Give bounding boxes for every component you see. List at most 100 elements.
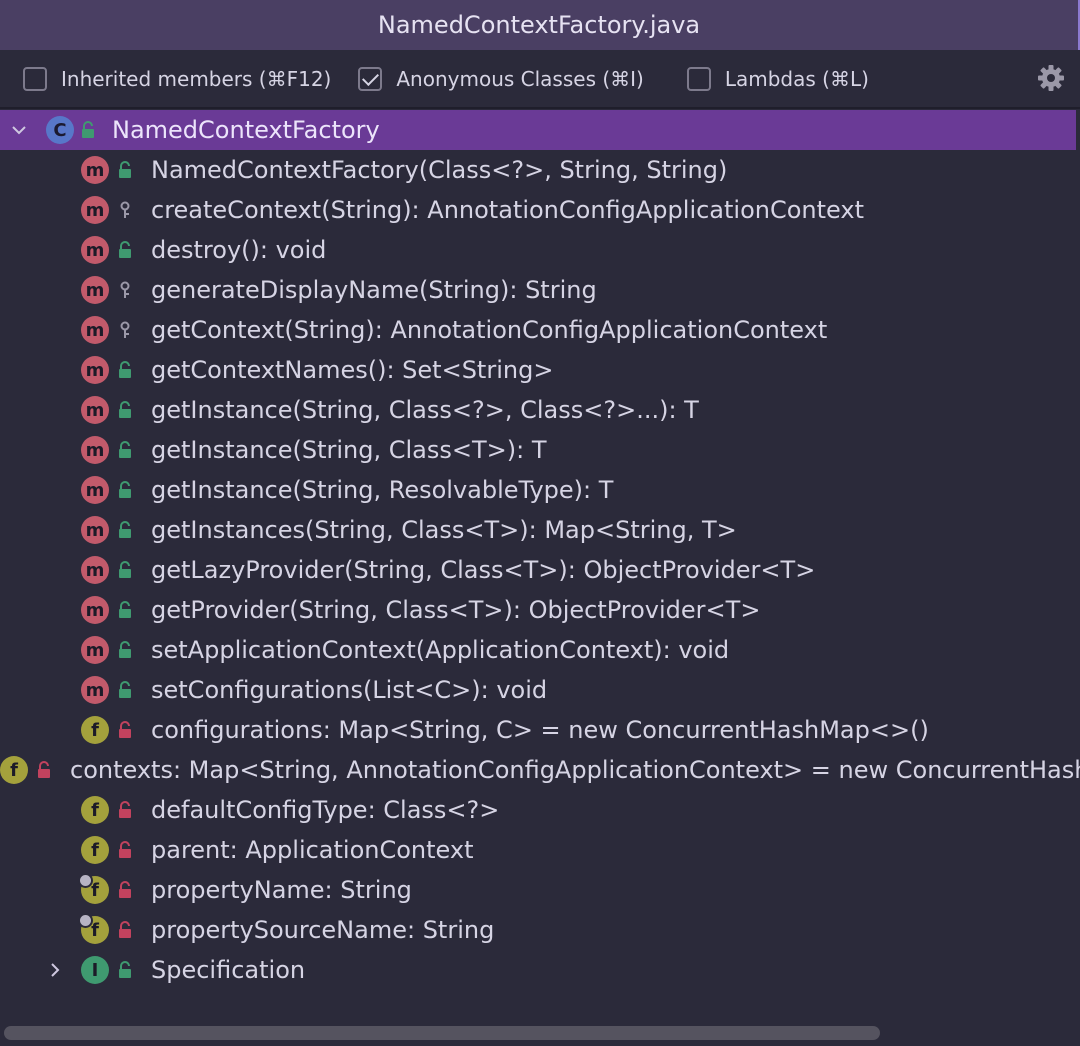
method-icon: m — [81, 156, 109, 184]
public-lock-icon — [119, 561, 131, 578]
field-icon: f — [81, 796, 109, 824]
method-signature: getInstances(String, Class<T>): Map<Stri… — [151, 516, 737, 544]
anonymous-classes-label: Anonymous Classes (⌘I) — [396, 66, 644, 91]
field-icon: f — [0, 756, 28, 784]
method-signature: getProvider(String, Class<T>): ObjectPro… — [151, 596, 761, 624]
field-declaration: contexts: Map<String, AnnotationConfigAp… — [70, 756, 1080, 784]
lambdas-checkbox[interactable] — [686, 66, 711, 91]
method-item[interactable]: m getContextNames(): Set<String> — [0, 350, 1080, 390]
method-signature: getContextNames(): Set<String> — [151, 356, 554, 384]
method-icon: m — [81, 356, 109, 384]
field-icon: f — [81, 716, 109, 744]
method-icon: m — [81, 436, 109, 464]
method-icon: m — [81, 396, 109, 424]
public-lock-icon — [119, 161, 131, 178]
method-icon: m — [81, 596, 109, 624]
gear-icon[interactable] — [1036, 63, 1066, 93]
field-item[interactable]: f propertyName: String — [0, 870, 1080, 910]
public-lock-icon — [119, 601, 131, 618]
final-marker-icon — [78, 873, 93, 888]
public-lock-icon — [119, 361, 131, 378]
public-lock-icon — [119, 521, 131, 538]
method-icon: m — [81, 236, 109, 264]
public-lock-icon — [119, 681, 131, 698]
method-item[interactable]: m setApplicationContext(ApplicationContex… — [0, 630, 1080, 670]
tree-nested-interface[interactable]: I Specification — [0, 950, 1080, 990]
horizontal-scrollbar[interactable] — [4, 1026, 880, 1040]
anonymous-classes-option[interactable]: Anonymous Classes (⌘I) — [358, 66, 644, 91]
window-title: NamedContextFactory.java — [0, 0, 1080, 50]
method-signature: getInstance(String, Class<?>, Class<?>..… — [151, 396, 699, 424]
method-signature: NamedContextFactory(Class<?>, String, St… — [151, 156, 728, 184]
method-icon: m — [81, 476, 109, 504]
public-lock-icon — [82, 121, 94, 138]
field-item[interactable]: f contexts: Map<String, AnnotationConfigA… — [0, 750, 1080, 790]
method-signature: getInstance(String, ResolvableType): T — [151, 476, 614, 504]
method-signature: setConfigurations(List<C>): void — [151, 676, 548, 704]
public-lock-icon — [119, 641, 131, 658]
private-lock-icon — [38, 761, 50, 778]
method-icon: m — [81, 516, 109, 544]
field-item[interactable]: f parent: ApplicationContext — [0, 830, 1080, 870]
interface-name: Specification — [151, 956, 306, 984]
field-icon: f — [78, 873, 109, 904]
protected-key-icon — [120, 201, 130, 218]
method-item[interactable]: m getInstances(String, Class<T>): Map<Str… — [0, 510, 1080, 550]
public-lock-icon — [119, 961, 131, 978]
chevron-down-icon[interactable] — [10, 121, 28, 139]
private-lock-icon — [119, 801, 131, 818]
field-icon: f — [81, 836, 109, 864]
method-item[interactable]: m setConfigurations(List<C>): void — [0, 670, 1080, 710]
method-signature: createContext(String): AnnotationConfigA… — [151, 196, 865, 224]
method-item[interactable]: m getInstance(String, ResolvableType): T — [0, 470, 1080, 510]
method-item[interactable]: m getProvider(String, Class<T>): ObjectPr… — [0, 590, 1080, 630]
method-item[interactable]: m createContext(String): AnnotationConfig… — [0, 190, 1080, 230]
chevron-right-icon[interactable] — [46, 961, 64, 979]
method-signature: getContext(String): AnnotationConfigAppl… — [151, 316, 828, 344]
public-lock-icon — [119, 401, 131, 418]
field-icon: f — [78, 913, 109, 944]
lambdas-option[interactable]: Lambdas (⌘L) — [686, 66, 869, 91]
public-lock-icon — [119, 441, 131, 458]
structure-toolbar: Inherited members (⌘F12) Anonymous Class… — [0, 50, 1080, 109]
field-declaration: propertySourceName: String — [151, 916, 495, 944]
private-lock-icon — [119, 841, 131, 858]
field-declaration: propertyName: String — [151, 876, 412, 904]
private-lock-icon — [119, 921, 131, 938]
field-item[interactable]: f propertySourceName: String — [0, 910, 1080, 950]
method-signature: destroy(): void — [151, 236, 327, 264]
method-item[interactable]: m getInstance(String, Class<?>, Class<?>.… — [0, 390, 1080, 430]
public-lock-icon — [119, 241, 131, 258]
field-declaration: defaultConfigType: Class<?> — [151, 796, 500, 824]
method-item[interactable]: m getLazyProvider(String, Class<T>): Obje… — [0, 550, 1080, 590]
class-icon: C — [46, 116, 74, 144]
structure-tree: C NamedContextFactory m NamedContextFacto… — [0, 110, 1080, 1010]
inherited-members-label: Inherited members (⌘F12) — [61, 66, 332, 91]
method-signature: generateDisplayName(String): String — [151, 276, 597, 304]
inherited-members-option[interactable]: Inherited members (⌘F12) — [23, 66, 332, 91]
inherited-members-checkbox[interactable] — [23, 66, 47, 91]
method-item[interactable]: m NamedContextFactory(Class<?>, String, S… — [0, 150, 1080, 190]
method-item[interactable]: m getContext(String): AnnotationConfigApp… — [0, 310, 1080, 350]
final-marker-icon — [78, 913, 93, 928]
method-icon: m — [81, 556, 109, 584]
private-lock-icon — [119, 881, 131, 898]
method-icon: m — [81, 196, 109, 224]
protected-key-icon — [120, 321, 130, 338]
field-item[interactable]: f defaultConfigType: Class<?> — [0, 790, 1080, 830]
method-signature: getInstance(String, Class<T>): T — [151, 436, 547, 464]
anonymous-classes-checkbox[interactable] — [358, 66, 383, 91]
tree-root-class[interactable]: C NamedContextFactory — [0, 110, 1076, 150]
class-name: NamedContextFactory — [112, 116, 380, 144]
private-lock-icon — [119, 721, 131, 738]
field-item[interactable]: f configurations: Map<String, C> = new Co… — [0, 710, 1080, 750]
method-icon: m — [81, 316, 109, 344]
lambdas-label: Lambdas (⌘L) — [724, 66, 869, 91]
method-icon: m — [81, 636, 109, 664]
method-signature: getLazyProvider(String, Class<T>): Objec… — [151, 556, 816, 584]
method-icon: m — [81, 676, 109, 704]
method-item[interactable]: m destroy(): void — [0, 230, 1080, 270]
method-item[interactable]: m generateDisplayName(String): String — [0, 270, 1080, 310]
field-declaration: parent: ApplicationContext — [151, 836, 474, 864]
method-item[interactable]: m getInstance(String, Class<T>): T — [0, 430, 1080, 470]
